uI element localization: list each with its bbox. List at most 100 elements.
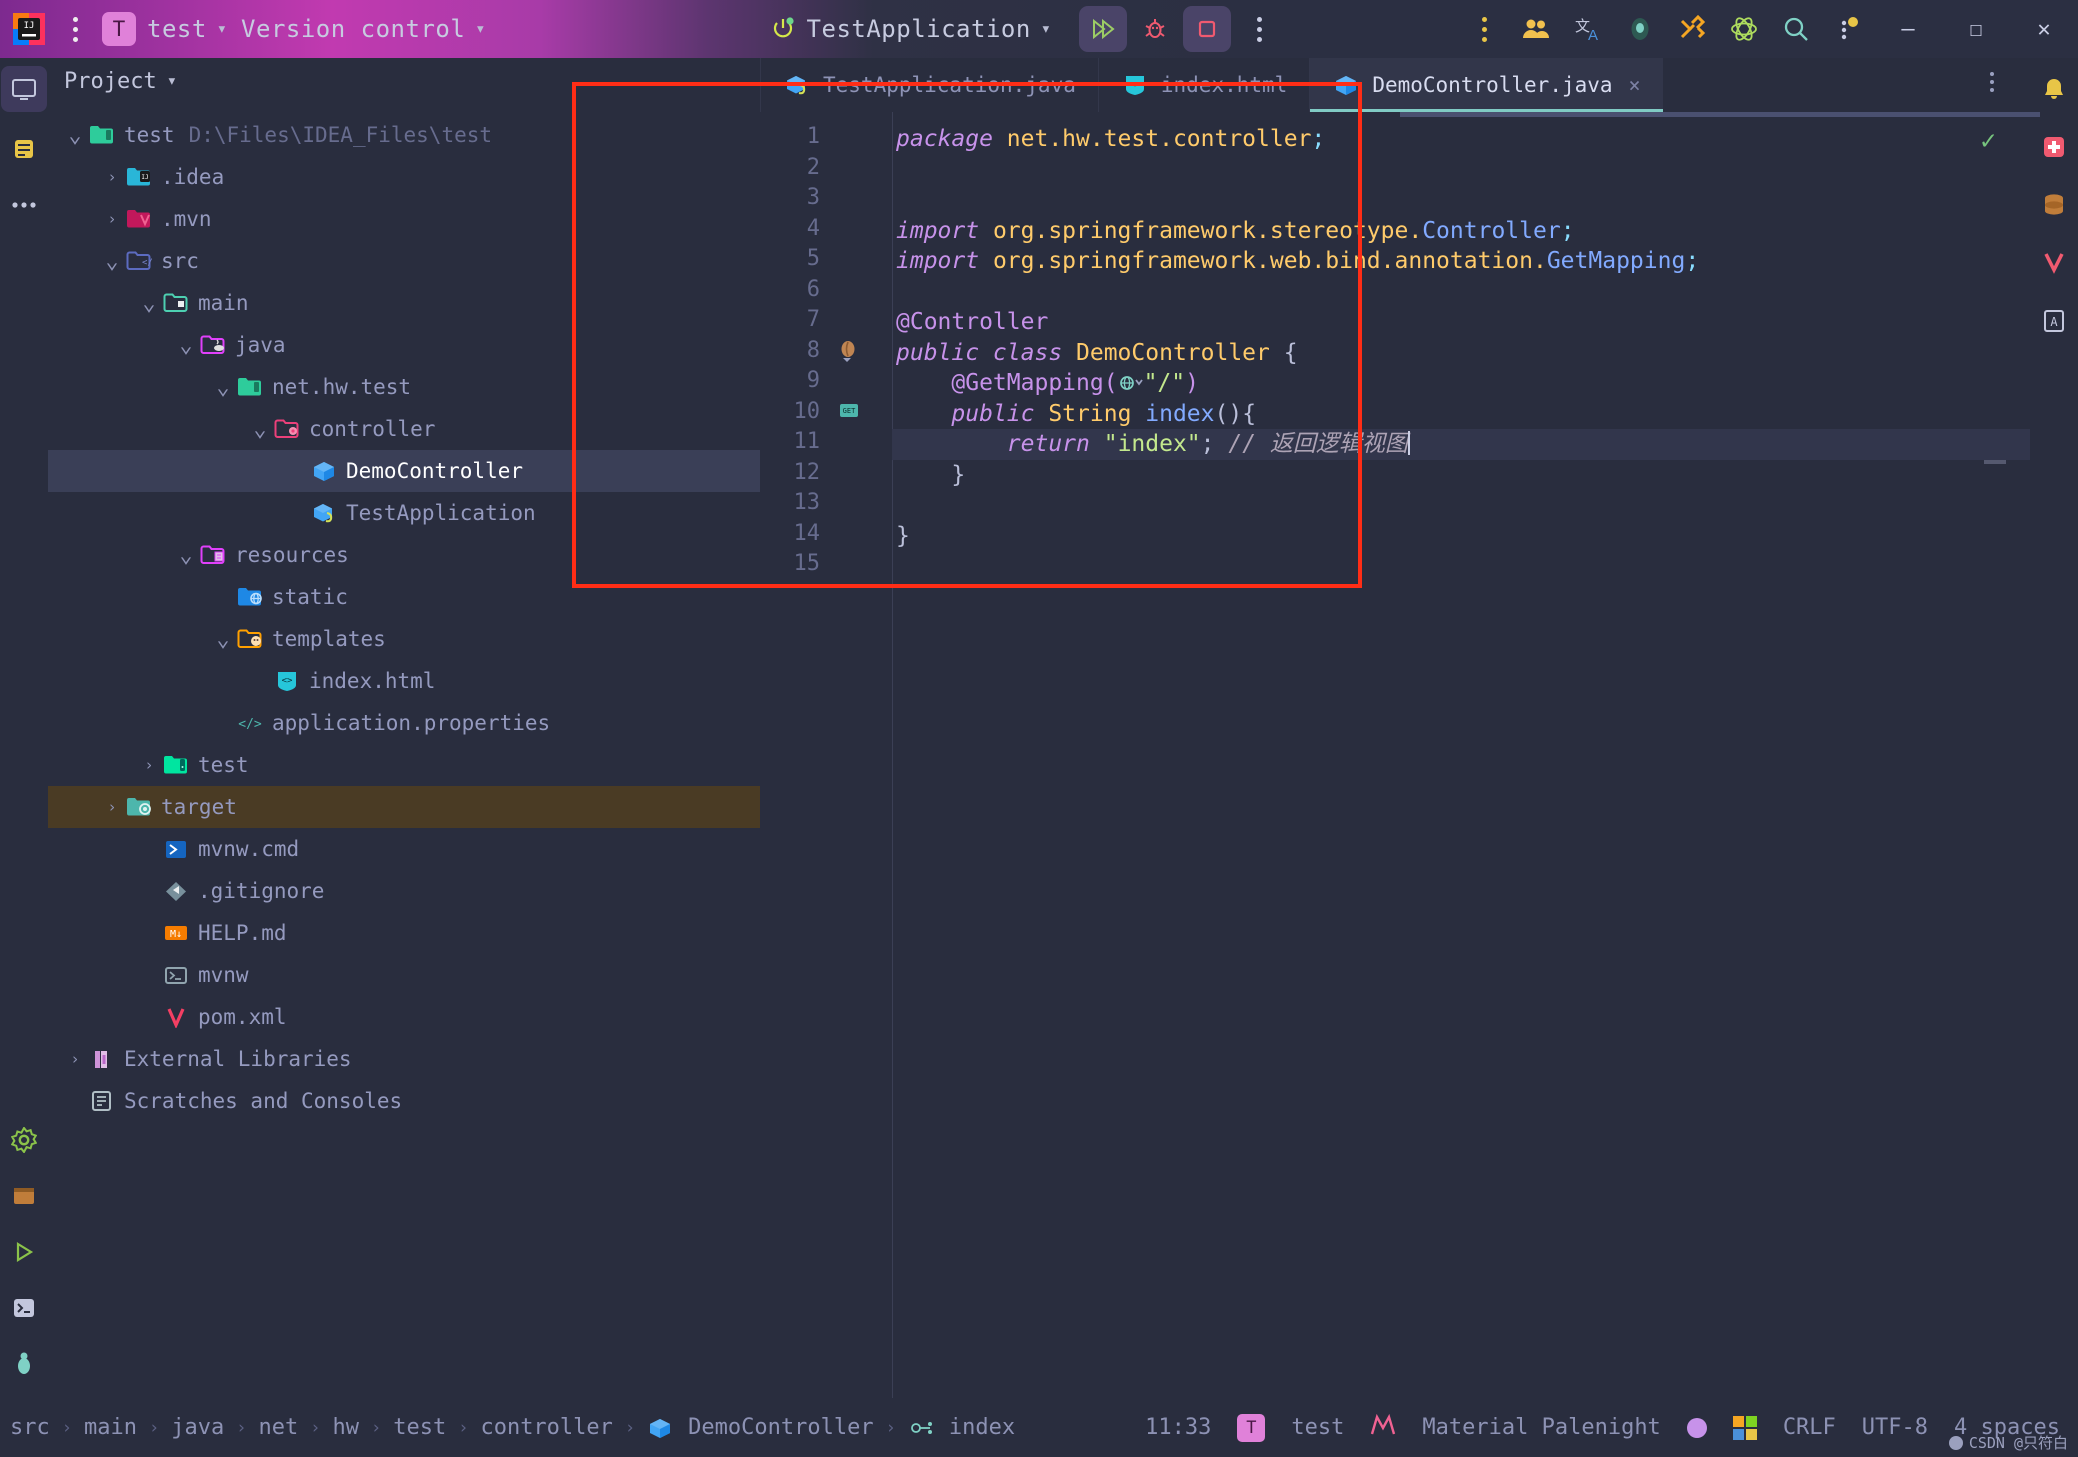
- translate-icon[interactable]: 文 A: [1562, 0, 1614, 58]
- debug-button[interactable]: [1131, 6, 1179, 52]
- code-line[interactable]: [892, 490, 2030, 521]
- tree-item-external-libraries[interactable]: › External Libraries: [48, 1038, 760, 1080]
- chevron-down-icon[interactable]: ⌄: [247, 417, 273, 442]
- maven-icon[interactable]: [2031, 240, 2077, 286]
- windows-icon[interactable]: [1732, 1415, 1757, 1440]
- users-icon[interactable]: [1510, 0, 1562, 58]
- database-icon[interactable]: [2031, 182, 2077, 228]
- notifications-icon[interactable]: [2031, 66, 2077, 112]
- breadcrumb-item-controller[interactable]: controller: [480, 1415, 612, 1440]
- chevron-down-icon[interactable]: ⌄: [99, 249, 125, 274]
- tree-item-idea[interactable]: › IJ .idea: [48, 156, 760, 198]
- project-panel-chevron-down-icon[interactable]: ▾: [167, 71, 177, 91]
- editor-tab-democontroller-java[interactable]: DemoController.java ×: [1309, 58, 1663, 112]
- chevron-down-icon[interactable]: ⌄: [62, 123, 88, 148]
- inspection-status-icon[interactable]: ✓: [1980, 126, 1996, 156]
- code-line[interactable]: import org.springframework.web.bind.anno…: [892, 246, 2030, 277]
- editor-tab-testapplication-java[interactable]: TestApplication.java: [760, 58, 1098, 112]
- editor-scrollbar[interactable]: [1984, 460, 2006, 464]
- chevron-right-icon[interactable]: ›: [99, 210, 125, 228]
- terminal-panel-icon[interactable]: [1, 1173, 47, 1219]
- breadcrumb-item-democontroller[interactable]: DemoController: [647, 1415, 874, 1440]
- tree-item-index-html[interactable]: <> index.html: [48, 660, 760, 702]
- atom-icon[interactable]: [1718, 0, 1770, 58]
- more-tool-windows-icon[interactable]: [1, 182, 47, 228]
- chevron-down-icon[interactable]: ⌄: [173, 543, 199, 568]
- maximize-button[interactable]: ☐: [1942, 0, 2010, 58]
- terminal-icon[interactable]: [1, 1285, 47, 1331]
- web-url-gutter-icon[interactable]: [1118, 370, 1144, 396]
- tree-item-application-properties[interactable]: </> application.properties: [48, 702, 760, 744]
- tree-item-testapplication[interactable]: TestApplication: [48, 492, 760, 534]
- web-mapping-icon[interactable]: GET: [838, 400, 862, 424]
- settings-icon[interactable]: [1, 1117, 47, 1163]
- chevron-right-icon[interactable]: ›: [62, 1050, 88, 1068]
- code-line[interactable]: package net.hw.test.controller;: [892, 124, 2030, 155]
- theme-color-dot[interactable]: [1686, 1417, 1707, 1438]
- tree-item-mvnw-cmd[interactable]: mvnw.cmd: [48, 828, 760, 870]
- breadcrumb-item-src[interactable]: src: [10, 1415, 50, 1440]
- tree-item-java[interactable]: ⌄ java: [48, 324, 760, 366]
- status-project-name[interactable]: test: [1291, 1415, 1344, 1440]
- close-tab-icon[interactable]: ×: [1629, 73, 1641, 97]
- run-panel-icon[interactable]: [1, 1229, 47, 1275]
- tree-item-help-md[interactable]: M↓ HELP.md: [48, 912, 760, 954]
- code-line[interactable]: return "index"; // 返回逻辑视图: [892, 429, 2030, 460]
- tree-item-target[interactable]: › target: [48, 786, 760, 828]
- editor-tabs-options-button[interactable]: [1990, 72, 1994, 92]
- chevron-right-icon[interactable]: ›: [99, 798, 125, 816]
- updates-icon[interactable]: [1822, 0, 1874, 58]
- breadcrumb[interactable]: src › main › java › net › hw › test › controller › Dem…: [10, 1415, 1015, 1440]
- tree-item-main[interactable]: ⌄ main: [48, 282, 760, 324]
- bookmark-icon[interactable]: A: [2031, 298, 2077, 344]
- tree-item-test[interactable]: ⌄ test D:\Files\IDEA_Files\test: [48, 114, 760, 156]
- tools-icon[interactable]: [1666, 0, 1718, 58]
- project-name-label[interactable]: test: [147, 15, 207, 43]
- tree-item-democontroller[interactable]: DemoController: [48, 450, 760, 492]
- project-badge[interactable]: T: [102, 12, 136, 46]
- tree-item-scratches-and-consoles[interactable]: Scratches and Consoles: [48, 1080, 760, 1122]
- code-line[interactable]: [892, 185, 2030, 216]
- code-line[interactable]: @GetMapping("/"): [892, 368, 2030, 399]
- project-view-icon[interactable]: [1, 66, 47, 112]
- tree-item-test[interactable]: › test: [48, 744, 760, 786]
- chevron-down-icon[interactable]: ⌄: [173, 333, 199, 358]
- line-separator-label[interactable]: CRLF: [1783, 1415, 1836, 1440]
- tree-item-mvnw[interactable]: mvnw: [48, 954, 760, 996]
- breadcrumb-item-main[interactable]: main: [84, 1415, 137, 1440]
- code-line[interactable]: }: [892, 521, 2030, 552]
- tree-item-net-hw-test[interactable]: ⌄ net.hw.test: [48, 366, 760, 408]
- chevron-down-icon[interactable]: ⌄: [210, 375, 236, 400]
- code-line[interactable]: }: [892, 460, 2030, 491]
- toolbar-kebab-button[interactable]: [1458, 0, 1510, 58]
- code-line[interactable]: public String index(){: [892, 399, 2030, 430]
- breadcrumb-item-index[interactable]: index: [908, 1415, 1015, 1440]
- stop-button[interactable]: [1183, 6, 1232, 52]
- run-button[interactable]: [1079, 6, 1128, 52]
- vcs-chevron-down-icon[interactable]: ▾: [475, 19, 485, 39]
- code-line[interactable]: import org.springframework.stereotype.Co…: [892, 216, 2030, 247]
- minimize-button[interactable]: –: [1874, 0, 1942, 58]
- search-icon[interactable]: [1770, 0, 1822, 58]
- caret-position-label[interactable]: 11:33: [1145, 1415, 1211, 1440]
- code-line[interactable]: [892, 551, 2030, 582]
- tree-item-pom-xml[interactable]: pom.xml: [48, 996, 760, 1038]
- tree-item-templates[interactable]: ⌄ templates: [48, 618, 760, 660]
- chevron-down-icon[interactable]: ⌄: [210, 627, 236, 652]
- breadcrumb-item-test[interactable]: test: [393, 1415, 446, 1440]
- debug-panel-icon[interactable]: [1, 1341, 47, 1387]
- tree-item-mvn[interactable]: › .mvn: [48, 198, 760, 240]
- chevron-down-icon[interactable]: ⌄: [136, 291, 162, 316]
- theme-name-label[interactable]: Material Palenight: [1422, 1415, 1660, 1440]
- code-line[interactable]: public class DemoController {: [892, 338, 2030, 369]
- code-line[interactable]: @Controller: [892, 307, 2030, 338]
- encoding-label[interactable]: UTF-8: [1862, 1415, 1928, 1440]
- code-line[interactable]: [892, 155, 2030, 186]
- editor-tab-strip[interactable]: TestApplication.java <> index.html DemoCont…: [760, 58, 2030, 112]
- tree-item-gitignore[interactable]: .gitignore: [48, 870, 760, 912]
- tree-item-controller[interactable]: ⌄ controller: [48, 408, 760, 450]
- run-config-chevron-down-icon[interactable]: ▾: [1041, 19, 1051, 39]
- tree-item-static[interactable]: static: [48, 576, 760, 618]
- editor-gutter[interactable]: 1 2 3 4 5 6 7 8 9 10 GET 11 12 13 14 15: [760, 112, 892, 1398]
- more-run-options-button[interactable]: [1235, 6, 1283, 52]
